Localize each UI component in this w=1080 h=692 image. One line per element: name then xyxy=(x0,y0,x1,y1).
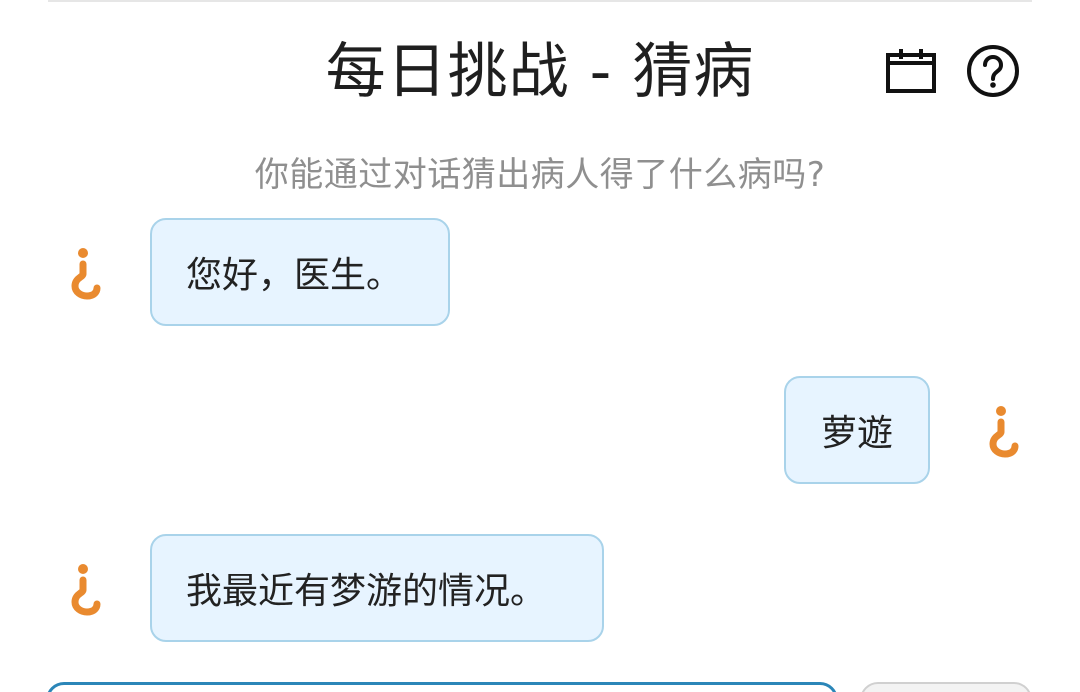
page-subtitle: 你能通过对话猜出病人得了什么病吗? xyxy=(254,155,826,195)
message-bubble: 您好，医生。 xyxy=(150,218,450,326)
patient-avatar xyxy=(58,558,108,618)
message-text: 萝遊 xyxy=(820,413,893,454)
inverted-question-mark-icon xyxy=(71,248,101,300)
patient-avatar xyxy=(58,242,108,302)
message-input[interactable] xyxy=(46,682,838,692)
top-divider xyxy=(48,0,1032,2)
header: 每日挑战 - 猜病 你能通过对话猜出病人得了什么病吗? xyxy=(0,28,1080,195)
message-row: 我最近有梦游的情况。 xyxy=(0,534,1080,642)
calendar-button[interactable] xyxy=(884,44,938,98)
doctor-avatar xyxy=(976,400,1026,460)
message-bubble: 我最近有梦游的情况。 xyxy=(150,534,604,642)
chat-thread: 您好，医生。 萝遊 我最近有梦游的情况。 xyxy=(0,200,1080,670)
message-text: 我最近有梦游的情况。 xyxy=(186,571,547,612)
send-button[interactable] xyxy=(860,682,1032,692)
inverted-question-mark-icon xyxy=(71,564,101,616)
message-row: 萝遊 xyxy=(0,376,1080,484)
message-row: 您好，医生。 xyxy=(0,218,1080,326)
inverted-question-mark-icon xyxy=(989,406,1019,458)
app-root: 每日挑战 - 猜病 你能通过对话猜出病人得了什么病吗? 您好，医生。 萝遊 我最… xyxy=(0,0,1080,692)
help-button[interactable] xyxy=(966,44,1020,98)
message-text: 您好，医生。 xyxy=(186,255,403,296)
help-icon xyxy=(967,45,1019,97)
header-actions xyxy=(884,44,1020,98)
calendar-icon xyxy=(886,49,936,93)
message-bubble: 萝遊 xyxy=(784,376,930,484)
